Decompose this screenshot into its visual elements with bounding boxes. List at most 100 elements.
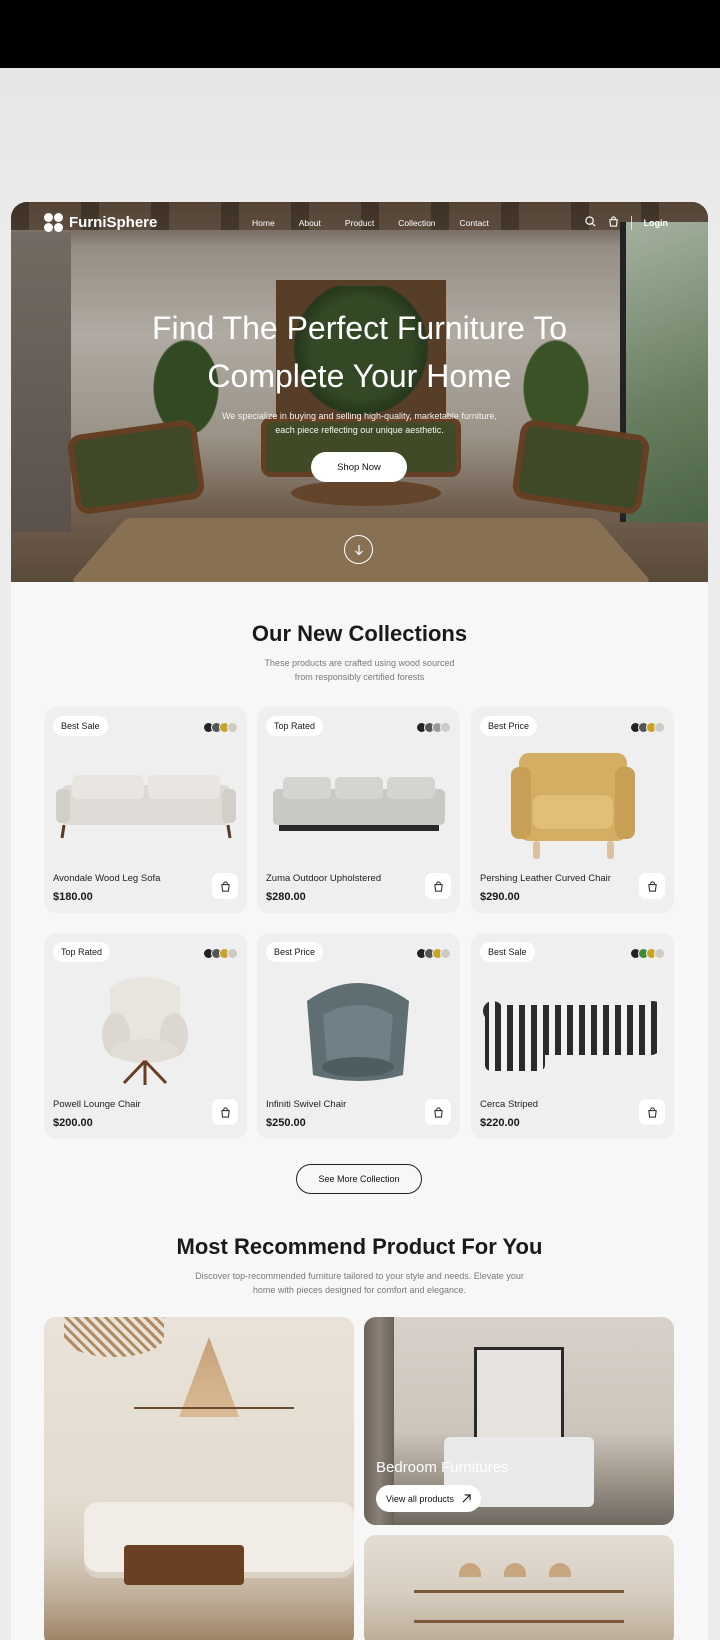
shopping-bag-icon — [220, 880, 230, 892]
recommend-subtitle-line-2: home with pieces designed for comfort an… — [252, 1285, 467, 1295]
hero-title: Find The Perfect Furniture To Complete Y… — [11, 304, 708, 400]
view-all-label: View all products — [386, 1493, 454, 1504]
product-name: Avondale Wood Leg Sofa — [53, 873, 161, 884]
nav-links: Home About Product Collection Contact — [252, 218, 513, 228]
landing-page: FurniSphere Home About Product Collectio… — [11, 202, 708, 1640]
kitchen-card[interactable] — [364, 1535, 674, 1640]
shopping-bag-icon — [647, 1106, 657, 1118]
add-to-cart-button[interactable] — [639, 1099, 665, 1125]
product-price: $180.00 — [53, 891, 93, 903]
product-card[interactable]: Top Rated Powell Lounge Chair $200.00 — [44, 933, 247, 1139]
product-name: Cerca Striped — [480, 1099, 539, 1110]
pendant-lamp — [549, 1563, 571, 1577]
product-badge: Top Rated — [266, 716, 324, 736]
wall-hanging — [179, 1337, 239, 1417]
nav-link-contact[interactable]: Contact — [460, 218, 489, 228]
view-all-products-button[interactable]: View all products — [376, 1485, 481, 1512]
nav-link-collection[interactable]: Collection — [398, 218, 435, 228]
shopping-bag-icon — [647, 880, 657, 892]
swatch[interactable] — [440, 948, 451, 959]
product-card[interactable]: Best Sale Avondale Wood Leg Sofa $180.00 — [44, 707, 247, 913]
recommend-subtitle: Discover top-recommended furniture tailo… — [11, 1269, 708, 1297]
nav-link-about[interactable]: About — [299, 218, 321, 228]
color-swatches — [630, 722, 665, 733]
bedroom-label: Bedroom Furnitures — [376, 1459, 509, 1476]
search-icon[interactable] — [584, 214, 596, 232]
pendant-lamp — [504, 1563, 526, 1577]
hanging-lamp — [64, 1317, 164, 1357]
collections-subtitle-line-2: from responsibly certified forests — [294, 672, 425, 682]
product-image — [511, 753, 635, 859]
product-image — [307, 983, 409, 1081]
bedroom-card[interactable]: Bedroom Furnitures View all products — [364, 1317, 674, 1525]
brand-logo[interactable]: FurniSphere — [44, 213, 157, 232]
color-swatches — [416, 948, 451, 959]
see-more-collection-button[interactable]: See More Collection — [296, 1164, 422, 1194]
product-image — [102, 977, 188, 1085]
product-card[interactable]: Best Price Infiniti Swivel Chair $250.00 — [257, 933, 460, 1139]
wall-decor — [134, 1407, 294, 1477]
add-to-cart-button[interactable] — [425, 873, 451, 899]
collections-subtitle-line-1: These products are crafted using wood so… — [264, 658, 455, 668]
arrow-down-icon — [354, 544, 363, 555]
product-badge: Top Rated — [53, 942, 111, 962]
product-price: $250.00 — [266, 1117, 306, 1129]
product-badge: Best Sale — [53, 716, 108, 736]
kitchen-shelf — [414, 1620, 624, 1623]
add-to-cart-button[interactable] — [425, 1099, 451, 1125]
shopping-bag-icon[interactable] — [608, 214, 619, 232]
hero-title-line-2: Complete Your Home — [207, 358, 512, 394]
color-swatches — [416, 722, 451, 733]
scroll-down-button[interactable] — [344, 535, 373, 564]
color-swatches — [630, 948, 665, 959]
nav-divider — [630, 216, 632, 230]
product-name: Zuma Outdoor Upholstered — [266, 873, 382, 884]
nav-link-product[interactable]: Product — [345, 218, 374, 228]
product-badge: Best Price — [266, 942, 324, 962]
living-room-image[interactable] — [44, 1317, 354, 1640]
hero-subtitle-line-2: each piece reflecting our unique aesthet… — [275, 425, 444, 435]
product-card[interactable]: Best Price Pershing Leather Curved Chair… — [471, 707, 674, 913]
product-image — [273, 777, 445, 831]
status-bar — [0, 0, 720, 68]
product-image — [483, 1001, 663, 1071]
swatch[interactable] — [654, 948, 665, 959]
product-price: $220.00 — [480, 1117, 520, 1129]
color-swatches — [203, 722, 238, 733]
product-price: $290.00 — [480, 891, 520, 903]
product-badge: Best Sale — [480, 942, 535, 962]
product-name: Pershing Leather Curved Chair — [480, 873, 611, 884]
shopping-bag-icon — [433, 880, 443, 892]
login-link[interactable]: Login — [644, 218, 669, 228]
add-to-cart-button[interactable] — [212, 1099, 238, 1125]
recommend-subtitle-line-1: Discover top-recommended furniture tailo… — [195, 1271, 524, 1281]
swatch[interactable] — [227, 722, 238, 733]
nav-link-home[interactable]: Home — [252, 218, 275, 228]
wall-frame — [474, 1347, 564, 1447]
pendant-lamp — [459, 1563, 481, 1577]
shopping-bag-icon — [433, 1106, 443, 1118]
nav-actions: Login — [584, 214, 669, 232]
top-nav: FurniSphere Home About Product Collectio… — [11, 202, 708, 246]
product-price: $280.00 — [266, 891, 306, 903]
shop-now-button[interactable]: Shop Now — [311, 452, 407, 482]
collections-title: Our New Collections — [251, 621, 468, 646]
hero-title-line-1: Find The Perfect Furniture To — [151, 310, 567, 346]
swatch[interactable] — [227, 948, 238, 959]
add-to-cart-button[interactable] — [212, 873, 238, 899]
collections-subtitle: These products are crafted using wood so… — [11, 656, 708, 684]
product-name: Powell Lounge Chair — [53, 1099, 141, 1110]
swatch[interactable] — [440, 722, 451, 733]
product-price: $200.00 — [53, 1117, 93, 1129]
product-card[interactable]: Top Rated Zuma Outdoor Upholstered $280.… — [257, 707, 460, 913]
product-card[interactable]: Best Sale Cerca Striped $220.00 — [471, 933, 674, 1139]
recommend-title: Most Recommend Product For You — [176, 1234, 543, 1259]
hero-subtitle: We specialize in buying and selling high… — [11, 409, 708, 437]
product-badge: Best Price — [480, 716, 538, 736]
kitchen-shelf — [414, 1590, 624, 1593]
swatch[interactable] — [654, 722, 665, 733]
hero-section: FurniSphere Home About Product Collectio… — [11, 202, 708, 582]
add-to-cart-button[interactable] — [639, 873, 665, 899]
brand-name: FurniSphere — [69, 214, 158, 231]
arrow-up-right-icon — [462, 1494, 471, 1503]
